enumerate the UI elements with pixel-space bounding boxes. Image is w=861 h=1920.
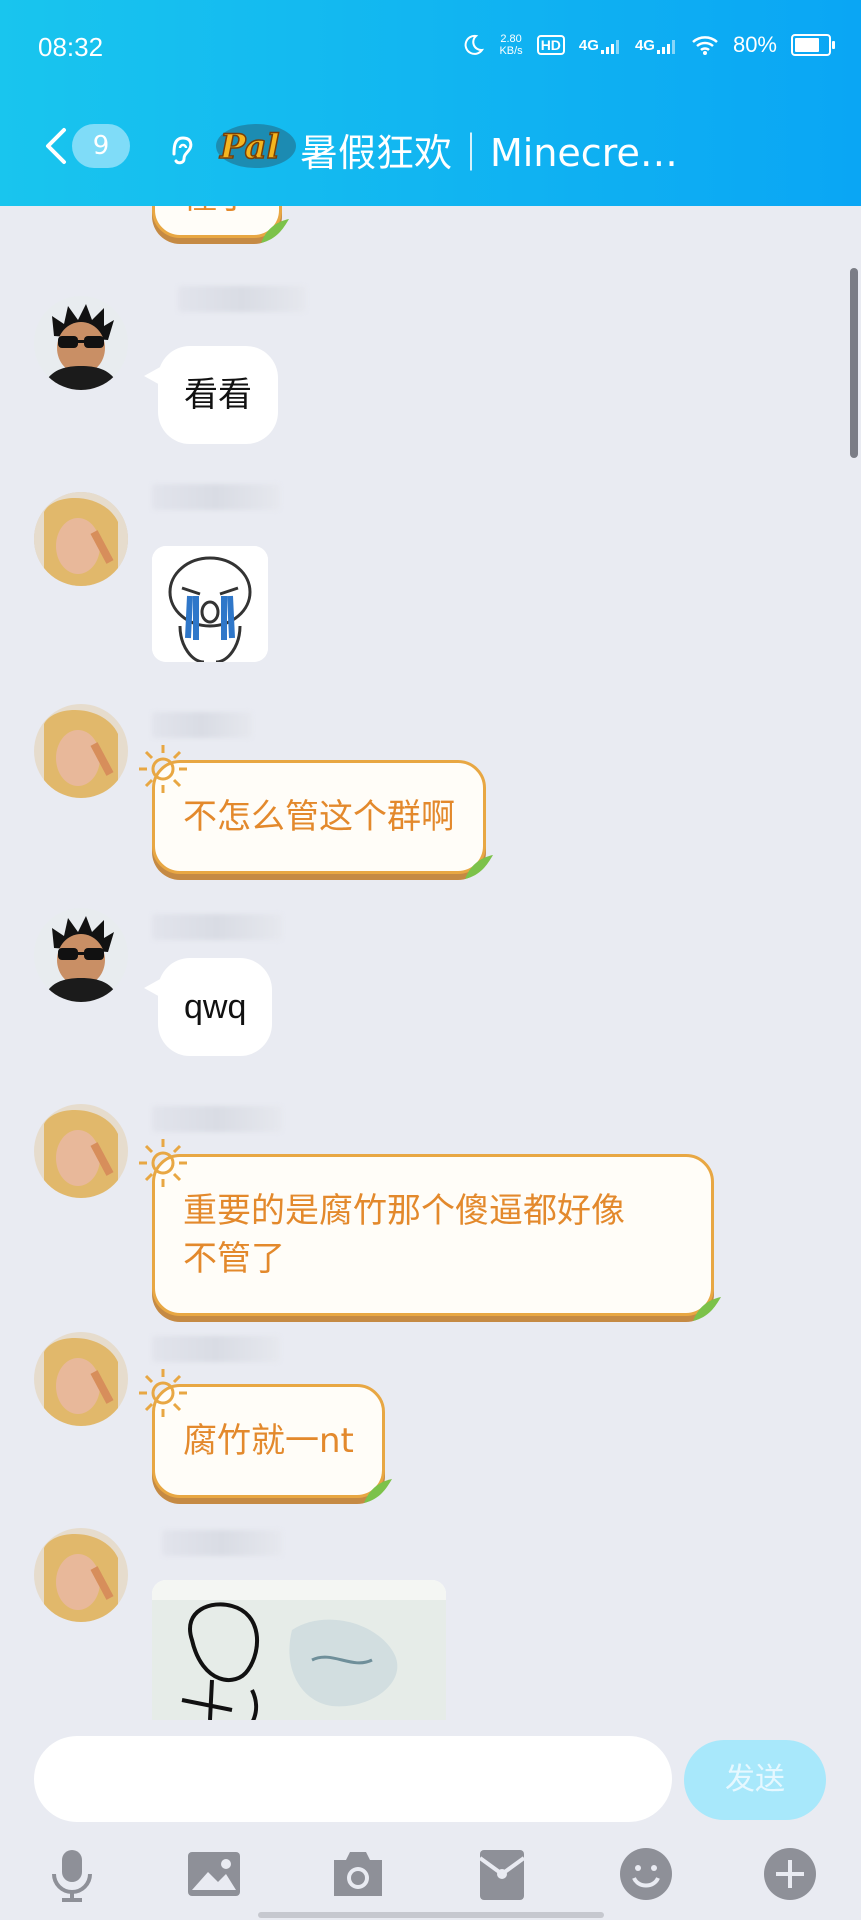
wifi-icon [692,36,718,55]
avatar[interactable] [34,492,128,586]
sim1-signal: 4G [579,37,621,54]
battery-icon [791,34,835,56]
avatar[interactable] [34,1528,128,1622]
sender-name-blurred [152,484,280,510]
composer-bar: 发送 [0,1720,861,1920]
image-icon[interactable] [186,1846,242,1902]
sender-name-blurred [152,1336,280,1362]
signal-icon [656,39,675,54]
composer-toolbar [0,1846,861,1906]
red-packet-icon[interactable] [474,1846,530,1902]
earpiece-mode-icon[interactable] [166,128,196,168]
message-bubble-partial[interactable]: 懂了 [152,206,289,243]
leaf-decoration-icon [465,855,493,879]
avatar[interactable] [34,704,128,798]
chat-message-list[interactable]: 懂了 看看 不怎么管这个群啊 qwq [0,206,861,1720]
sun-decoration-icon [139,1369,187,1417]
status-bar: 08:32 2.80 KB/s HD 4G 4G 80% [38,28,835,68]
message-text-line: 重要的是腐竹那个傻逼都好像 [183,1191,625,1231]
sender-name-blurred [152,712,252,738]
group-title[interactable]: 暑假狂欢｜Minecre… [300,122,678,177]
sketch-image [152,1580,446,1720]
sim2-signal: 4G [635,37,677,54]
leaf-decoration-icon [693,1297,721,1321]
status-icons: 2.80 KB/s HD 4G 4G 80% [461,32,835,58]
microphone-icon[interactable] [44,1846,100,1902]
sticker-message[interactable] [152,546,268,662]
status-time: 08:32 [38,32,104,62]
emoji-icon[interactable] [618,1846,674,1902]
avatar[interactable] [34,908,128,1002]
leaf-decoration-icon [261,219,289,243]
message-input[interactable] [34,1736,672,1822]
top-header: 08:32 2.80 KB/s HD 4G 4G 80% 9 Pal 暑假狂欢｜… [0,0,861,206]
home-indicator[interactable] [258,1912,604,1918]
message-text-line: 不管了 [183,1239,285,1279]
sender-name-blurred [152,1106,282,1132]
message-bubble[interactable]: 重要的是腐竹那个傻逼都好像 不管了 [139,1139,721,1321]
title-bar: 9 Pal 暑假狂欢｜Minecre… [0,118,861,178]
message-bubble[interactable]: 不怎么管这个群啊 [139,745,493,879]
moon-icon [465,34,485,55]
leaf-decoration-icon [363,1479,392,1503]
camera-icon[interactable] [330,1846,386,1902]
signal-icon [600,39,619,54]
message-text: 看看 [184,375,252,415]
net-speed: 2.80 [500,33,522,45]
sim2-label: 4G [634,36,655,54]
sender-name-blurred [178,286,306,312]
scrollbar[interactable] [850,268,858,458]
avatar[interactable] [34,1104,128,1198]
message-bubble[interactable]: 看看 [144,346,278,444]
send-button[interactable]: 发送 [684,1740,826,1820]
sun-decoration-icon [139,1139,187,1187]
image-message[interactable] [152,1580,446,1720]
sender-name-blurred [152,914,282,940]
unread-count-badge[interactable]: 9 [72,124,130,168]
message-text: 腐竹就一nt [183,1421,354,1461]
sim1-label: 4G [578,36,599,54]
message-text: qwq [184,988,247,1026]
message-text: 不怎么管这个群啊 [183,797,455,837]
logo-text: Pal [219,127,280,167]
message-bubble[interactable]: qwq [143,958,273,1056]
battery-percent: 80% [732,32,777,57]
crying-face-sticker [152,546,268,662]
net-unit: KB/s [499,45,523,57]
avatar[interactable] [34,296,128,390]
plus-icon[interactable] [762,1846,818,1902]
avatar[interactable] [34,1332,128,1426]
hd-badge: HD [536,35,565,55]
message-text: 懂了 [183,206,251,217]
sender-name-blurred [162,1530,282,1556]
sun-decoration-icon [139,745,187,793]
message-bubble[interactable]: 腐竹就一nt [139,1369,392,1503]
group-logo: Pal [214,120,298,172]
